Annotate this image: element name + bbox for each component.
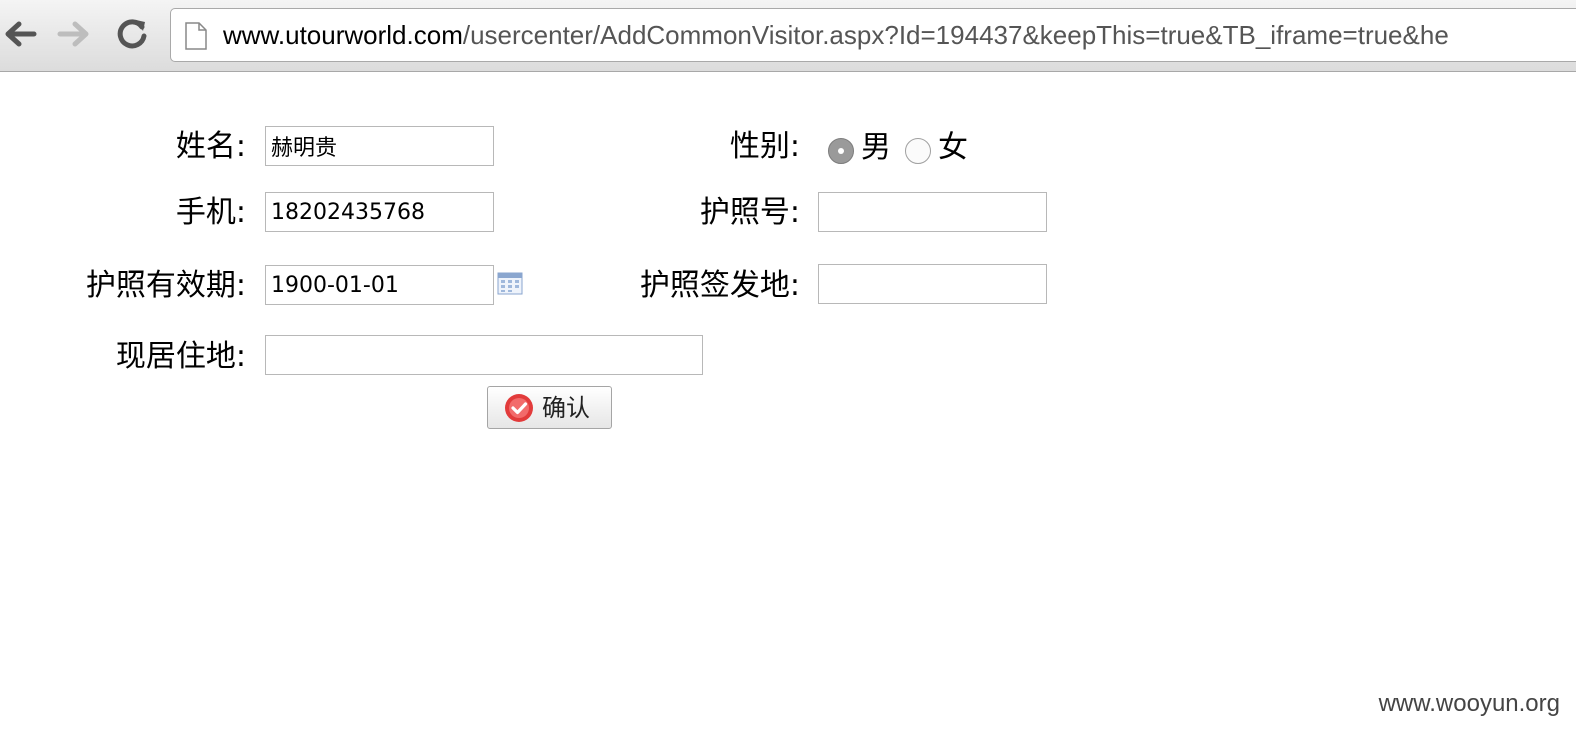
address-input[interactable] bbox=[265, 335, 703, 375]
reload-button[interactable] bbox=[112, 14, 152, 54]
name-label: 姓名: bbox=[175, 129, 246, 164]
url-path: /usercenter/AddCommonVisitor.aspx?Id=194… bbox=[462, 20, 1449, 50]
phone-input[interactable] bbox=[265, 192, 494, 232]
confirm-button[interactable]: 确认 bbox=[487, 386, 612, 429]
name-input[interactable] bbox=[265, 126, 494, 166]
calendar-icon[interactable] bbox=[497, 270, 523, 296]
url-host: www.utourworld.com bbox=[223, 20, 463, 50]
passport-issue-place-label: 护照签发地: bbox=[639, 268, 800, 303]
forward-arrow-icon bbox=[57, 21, 89, 47]
address-label: 现居住地: bbox=[115, 339, 246, 374]
watermark-text: www.wooyun.org bbox=[1378, 690, 1560, 717]
gender-label: 性别: bbox=[729, 129, 800, 164]
url-text[interactable]: www.utourworld.com/usercenter/AddCommonV… bbox=[223, 21, 1449, 49]
gender-male-radio[interactable] bbox=[828, 138, 854, 164]
back-button[interactable] bbox=[0, 14, 40, 54]
back-arrow-icon bbox=[5, 21, 37, 47]
gender-male-label: 男 bbox=[861, 130, 891, 165]
passport-expiry-input[interactable] bbox=[265, 265, 494, 305]
confirm-label: 确认 bbox=[542, 394, 590, 422]
gender-female-label: 女 bbox=[938, 130, 968, 165]
browser-toolbar: www.utourworld.com/usercenter/AddCommonV… bbox=[0, 0, 1576, 72]
gender-female-radio[interactable] bbox=[905, 138, 931, 164]
forward-button[interactable] bbox=[54, 14, 94, 54]
address-bar[interactable]: www.utourworld.com/usercenter/AddCommonV… bbox=[170, 8, 1576, 62]
passport-issue-place-input[interactable] bbox=[818, 264, 1047, 304]
passport-expiry-label: 护照有效期: bbox=[85, 268, 246, 303]
page-icon bbox=[185, 22, 207, 50]
passport-number-label: 护照号: bbox=[699, 195, 800, 230]
passport-number-input[interactable] bbox=[818, 192, 1047, 232]
checkmark-icon bbox=[505, 394, 533, 422]
reload-icon bbox=[117, 19, 147, 49]
phone-label: 手机: bbox=[175, 195, 246, 230]
